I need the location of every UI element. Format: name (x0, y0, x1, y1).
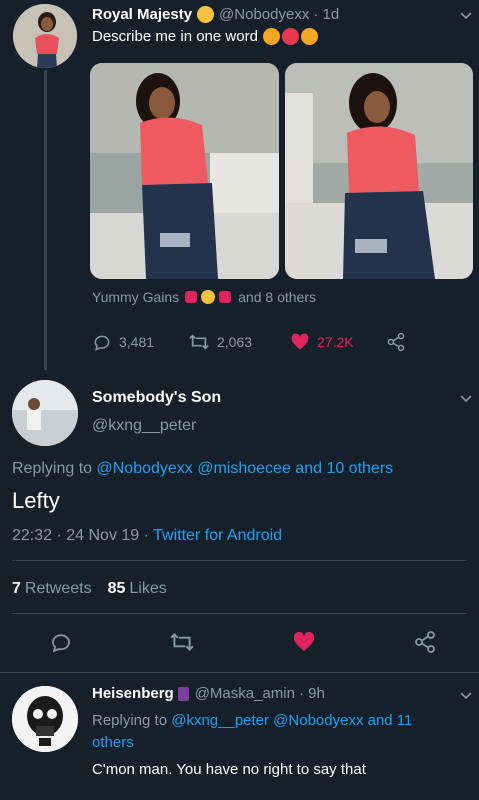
share-button[interactable] (386, 332, 406, 352)
display-name[interactable]: Royal Majesty (92, 6, 192, 23)
replying-to-mentions[interactable]: @Nobodyexx @mishoecee and 10 others (97, 460, 394, 477)
share-icon (387, 332, 405, 352)
liked-by-others[interactable]: and 8 others (238, 289, 316, 305)
heart-icon (291, 333, 309, 350)
tweet-time: · 1d (313, 6, 340, 23)
reply-button[interactable]: 3,481 (92, 332, 154, 352)
tweet-text: Describe me in one word (92, 28, 258, 45)
display-name[interactable]: Somebody's Son (92, 389, 221, 407)
avatar-royal-majesty[interactable] (13, 4, 77, 68)
retweets-count[interactable]: 7 (12, 580, 21, 598)
likes-count[interactable]: 85 (108, 580, 126, 598)
like-count: 27.2K (317, 334, 354, 350)
likes-label[interactable]: Likes (129, 580, 166, 598)
heart-icon (293, 631, 315, 651)
handle[interactable]: @Maska_amin (195, 685, 295, 702)
heart-eyes-emoji-icon (281, 28, 299, 45)
retweets-label[interactable]: Retweets (25, 580, 92, 598)
replying-to-label: Replying to (92, 712, 168, 729)
tweet-text: Lefty (12, 488, 60, 513)
divider (12, 613, 467, 614)
retweet-button[interactable] (169, 630, 195, 654)
like-button[interactable] (291, 630, 317, 654)
retweet-button[interactable]: 2,063 (188, 332, 252, 352)
tweet-time: · 9h (298, 685, 325, 702)
reply-count: 3,481 (119, 334, 155, 350)
avatar-heisenberg[interactable] (12, 686, 78, 752)
reply-icon (94, 335, 110, 351)
retweet-count: 2,063 (217, 334, 253, 350)
face-emoji-icon (197, 6, 215, 23)
reply-button[interactable] (49, 630, 73, 654)
avatar-somebodys-son[interactable] (12, 380, 78, 446)
replying-to-label: Replying to (12, 460, 93, 477)
handle[interactable]: @Nobodyexx (219, 6, 309, 23)
liked-by-name[interactable]: Yummy Gains (92, 289, 179, 305)
yellow-heart-icon (201, 290, 216, 304)
chevron-down-icon[interactable] (460, 395, 472, 403)
share-icon (415, 631, 435, 653)
retweet-icon (170, 633, 194, 651)
display-name[interactable]: Heisenberg (92, 685, 174, 702)
thread-line (44, 70, 47, 370)
chevron-down-icon[interactable] (460, 12, 472, 20)
tweet-client[interactable]: Twitter for Android (153, 527, 282, 544)
tweet-text: C'mon man. You have no right to say that (92, 761, 366, 778)
retweet-icon (189, 334, 209, 350)
handle[interactable]: @kxng__peter (92, 417, 196, 435)
heart-eyes-emoji-icon (300, 28, 318, 45)
share-button[interactable] (413, 630, 437, 654)
divider (12, 560, 467, 561)
reply-icon (52, 634, 70, 653)
divider (0, 672, 479, 673)
cup-emoji-icon (185, 291, 198, 303)
tweet-photo-1[interactable] (90, 63, 279, 279)
heart-eyes-emoji-icon (262, 28, 280, 45)
tweet-timestamp: 22:32 · 24 Nov 19 · (12, 527, 149, 544)
tweet-photo-2[interactable] (285, 63, 473, 279)
like-button[interactable]: 27.2K (290, 332, 354, 352)
chevron-down-icon[interactable] (460, 692, 472, 700)
purple-cup-icon (177, 686, 189, 701)
cup-emoji-icon (219, 291, 232, 303)
